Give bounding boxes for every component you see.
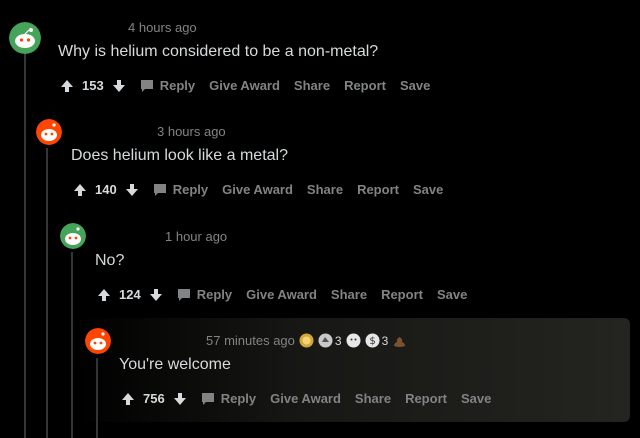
helpful-award-icon xyxy=(318,333,333,348)
reply-button[interactable]: Reply xyxy=(153,182,208,197)
reply-button[interactable]: Reply xyxy=(177,287,232,302)
share-button[interactable]: Share xyxy=(307,182,343,197)
upvote-icon[interactable] xyxy=(60,79,74,93)
snoo-avatar-icon xyxy=(60,223,86,249)
save-button[interactable]: Save xyxy=(413,182,443,197)
comment-meta: 1 hour ago xyxy=(165,229,227,244)
comment-bubble-icon xyxy=(201,392,214,405)
give-award-button[interactable]: Give Award xyxy=(209,78,280,93)
comment-meta: 3 hours ago xyxy=(157,124,226,139)
timestamp[interactable]: 3 hours ago xyxy=(157,124,226,139)
downvote-icon[interactable] xyxy=(173,392,187,406)
wholesome-award-icon xyxy=(346,333,361,348)
poop-award-icon xyxy=(394,337,406,347)
snoo-avatar-icon xyxy=(85,328,111,354)
upvote-icon[interactable] xyxy=(121,392,135,406)
award-count: 3 xyxy=(334,333,342,348)
upvote-icon[interactable] xyxy=(97,288,111,302)
comment-body: Does helium look like a metal? xyxy=(71,147,288,164)
gold-award-icon xyxy=(299,333,314,348)
comment-actions: 756 Reply Give Award Share Report Save xyxy=(121,391,505,406)
comment-actions: 124 Reply Give Award Share Report Save xyxy=(97,287,481,302)
vote-count: 124 xyxy=(119,287,141,302)
avatar[interactable] xyxy=(36,119,62,145)
give-award-button[interactable]: Give Award xyxy=(246,287,317,302)
silver-award-icon: $ xyxy=(365,333,380,348)
avatar[interactable] xyxy=(9,22,41,54)
comment-bubble-icon xyxy=(140,79,153,92)
share-button[interactable]: Share xyxy=(294,78,330,93)
thread-line[interactable] xyxy=(71,252,73,438)
save-button[interactable]: Save xyxy=(400,78,430,93)
comment-actions: 140 Reply Give Award Share Report Save xyxy=(73,182,457,197)
snoo-avatar-icon xyxy=(36,119,62,145)
report-button[interactable]: Report xyxy=(381,287,423,302)
avatar[interactable] xyxy=(60,223,86,249)
comment-bubble-icon xyxy=(177,288,190,301)
save-button[interactable]: Save xyxy=(461,391,491,406)
save-button[interactable]: Save xyxy=(437,287,467,302)
award-badge[interactable] xyxy=(346,333,361,348)
report-button[interactable]: Report xyxy=(405,391,447,406)
avatar[interactable] xyxy=(85,328,111,354)
vote-count: 756 xyxy=(143,391,165,406)
comment-bubble-icon xyxy=(153,183,166,196)
comment-actions: 153 Reply Give Award Share Report Save xyxy=(60,78,444,93)
thread-line[interactable] xyxy=(24,50,26,438)
comment-body: You're welcome xyxy=(119,356,231,373)
share-button[interactable]: Share xyxy=(331,287,367,302)
timestamp[interactable]: 57 minutes ago xyxy=(206,333,295,348)
comment-body: No? xyxy=(95,252,125,269)
report-button[interactable]: Report xyxy=(344,78,386,93)
vote-count: 153 xyxy=(82,78,104,93)
comment-meta: 57 minutes ago 3 $ 3 xyxy=(206,333,407,348)
share-button[interactable]: Share xyxy=(355,391,391,406)
reply-button[interactable]: Reply xyxy=(140,78,195,93)
award-badge[interactable]: 3 xyxy=(318,333,342,348)
timestamp[interactable]: 1 hour ago xyxy=(165,229,227,244)
snoo-avatar-icon xyxy=(9,22,41,54)
reply-button[interactable]: Reply xyxy=(201,391,256,406)
downvote-icon[interactable] xyxy=(149,288,163,302)
award-count: 3 xyxy=(381,333,389,348)
give-award-button[interactable]: Give Award xyxy=(270,391,341,406)
comment-body: Why is helium considered to be a non-met… xyxy=(58,43,379,60)
thread-line[interactable] xyxy=(46,148,48,438)
downvote-icon[interactable] xyxy=(112,79,126,93)
svg-text:$: $ xyxy=(369,336,375,347)
vote-count: 140 xyxy=(95,182,117,197)
timestamp[interactable]: 4 hours ago xyxy=(128,20,197,35)
comment-meta: 4 hours ago xyxy=(128,20,197,35)
award-badge[interactable]: $ 3 xyxy=(365,333,389,348)
downvote-icon[interactable] xyxy=(125,183,139,197)
award-badge[interactable] xyxy=(299,333,314,348)
give-award-button[interactable]: Give Award xyxy=(222,182,293,197)
award-badge[interactable] xyxy=(392,333,407,348)
report-button[interactable]: Report xyxy=(357,182,399,197)
upvote-icon[interactable] xyxy=(73,183,87,197)
